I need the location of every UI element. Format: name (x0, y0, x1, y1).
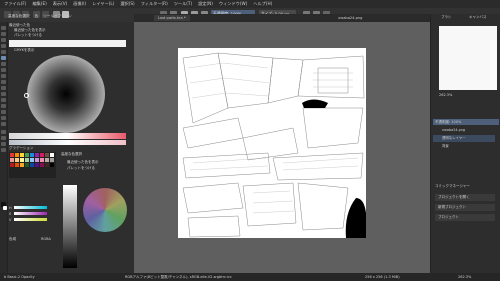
tab-canvas[interactable]: キャンバス (469, 15, 487, 20)
status-zoom: 262.3% (458, 275, 472, 279)
menu-select[interactable]: 選択(S) (120, 1, 134, 7)
menu-filter[interactable]: フィルター(R) (141, 1, 168, 7)
hue-label: H (9, 206, 12, 210)
open-project-label: プロジェクトを開く (438, 195, 470, 199)
layers-blend-label: 不透明度: 100% (435, 120, 462, 124)
layer-row[interactable]: uwaba24.png (433, 127, 495, 134)
open-project-button[interactable]: プロジェクトを開く (435, 194, 495, 201)
pan-tool-icon[interactable] (1, 122, 6, 126)
lasso-select-icon[interactable] (1, 142, 6, 146)
option-cmyk[interactable]: CMYKを表示 (14, 48, 34, 53)
black-shape-2 (345, 198, 366, 238)
value-strip[interactable] (63, 185, 77, 268)
background-color-icon[interactable] (3, 206, 7, 210)
line-tool-icon[interactable] (1, 62, 6, 66)
menu-image[interactable]: 画像(I) (73, 1, 86, 7)
val-slider[interactable] (14, 218, 47, 221)
toolbox (0, 22, 8, 273)
menu-window[interactable]: ウィンドウ(W) (219, 1, 247, 7)
bottom-label: 色域 (9, 237, 16, 241)
select-tool-icon[interactable] (1, 26, 6, 30)
canvas-paper[interactable] (178, 48, 366, 238)
menu-view[interactable]: 表示(V) (53, 1, 68, 7)
layer-row[interactable]: 背景 (433, 143, 495, 150)
black-shape-1 (302, 99, 328, 108)
bottom-value: RGBA (41, 237, 51, 241)
canvas-tab-1[interactable]: Lost parts.kra * (154, 15, 190, 21)
colorpicker-tool-icon[interactable] (1, 110, 6, 114)
status-color-space: RGBアルファ(8ビット整数/チャンネル), sRGB-elle-V2-srgb… (125, 275, 232, 279)
gradient-tool-icon[interactable] (1, 98, 6, 102)
hsv-wheel[interactable] (83, 188, 127, 232)
menu-layer[interactable]: レイヤー(L) (92, 1, 114, 7)
color-options-panel: 高度な色選択 最近使った色を表示 パレットをつける (61, 152, 131, 178)
canvas-overview[interactable] (439, 26, 497, 90)
polygon-tool-icon[interactable] (1, 80, 6, 84)
status-brush: b Basic-2 Opacity (4, 275, 35, 279)
color-palette[interactable] (9, 152, 56, 178)
text-tool-icon[interactable] (1, 50, 6, 54)
menu-edit[interactable]: 編集(E) (32, 1, 46, 7)
ellipse-select-icon[interactable] (1, 136, 6, 140)
tab-brush[interactable]: ブラシ (441, 15, 451, 20)
ellipse-tool-icon[interactable] (1, 74, 6, 78)
freehand-path-icon[interactable] (1, 92, 6, 96)
project-button[interactable]: プロジェクト (435, 214, 495, 221)
sat-slider[interactable] (14, 212, 47, 215)
canvas-tab-2[interactable]: uwaba24.png (334, 15, 366, 21)
tab-color[interactable]: 色 (35, 14, 39, 20)
zoom-tool-icon[interactable] (1, 116, 6, 120)
crop-tool-icon[interactable] (1, 44, 6, 48)
canvas-tabs: Lost parts.kra * uwaba24.png (134, 14, 430, 22)
hue-slider[interactable] (14, 206, 47, 209)
new-project-label: 新規プロジェクト (438, 205, 466, 209)
rect-select-icon[interactable] (1, 130, 6, 134)
color-wheel-cursor[interactable] (24, 93, 29, 98)
transform-tool-icon[interactable] (1, 32, 6, 36)
layer-row[interactable]: 透明なレイヤー (433, 135, 495, 142)
menu-help[interactable]: ヘルプ(H) (253, 1, 272, 7)
move-tool-icon[interactable] (1, 38, 6, 42)
tab-advanced-color[interactable]: 高度な色選択 (8, 14, 30, 20)
option-item-1[interactable]: 最近使った色を表示 (67, 160, 99, 165)
menu-settings[interactable]: 設定(N) (198, 1, 213, 7)
menu-file[interactable]: ファイル(F) (4, 1, 26, 7)
left-docker-tabs: 高度な色選択 色 ツールオプション (8, 14, 72, 20)
status-dimensions: 256 x 256 (1.3 MiB) (365, 275, 400, 279)
recent-colors-bar[interactable] (9, 40, 126, 47)
gradient-bar[interactable] (9, 133, 126, 139)
fill-tool-icon[interactable] (1, 104, 6, 108)
right-docker: ブラシ キャンバス 262.3% 不透明度: 100% uwaba24.png … (430, 14, 500, 273)
uv-layout-drawing (182, 52, 366, 238)
project-label: プロジェクト (438, 215, 459, 219)
val-label: V (9, 218, 12, 222)
option-palette[interactable]: パレットをつける (14, 33, 42, 38)
layers-blend[interactable]: 不透明度: 100% (433, 119, 499, 125)
new-project-button[interactable]: 新規プロジェクト (435, 204, 495, 211)
brush-tool-icon[interactable] (1, 56, 6, 60)
menubar: ファイル(F) 編集(E) 表示(V) 画像(I) レイヤー(L) 選択(S) … (0, 0, 500, 8)
color-wheel[interactable] (27, 55, 105, 133)
sat-label: S (9, 212, 12, 216)
option-title: 高度な色選択 (61, 152, 82, 156)
tab-tool-options[interactable]: ツールオプション (43, 14, 72, 20)
magic-wand-icon[interactable] (1, 148, 6, 152)
gradient-bar-2[interactable] (9, 140, 126, 145)
menu-tools[interactable]: ツール(T) (174, 1, 192, 7)
overview-zoom: 262.3% (439, 93, 453, 97)
comic-manager-title: コミックマネージャー (435, 184, 470, 188)
rect-tool-icon[interactable] (1, 68, 6, 72)
gradient-label: グラデーション (9, 146, 34, 150)
path-tool-icon[interactable] (1, 86, 6, 90)
option-item-2[interactable]: パレットをつける (67, 166, 95, 171)
statusbar: b Basic-2 Opacity RGBアルファ(8ビット整数/チャンネル),… (0, 273, 500, 281)
